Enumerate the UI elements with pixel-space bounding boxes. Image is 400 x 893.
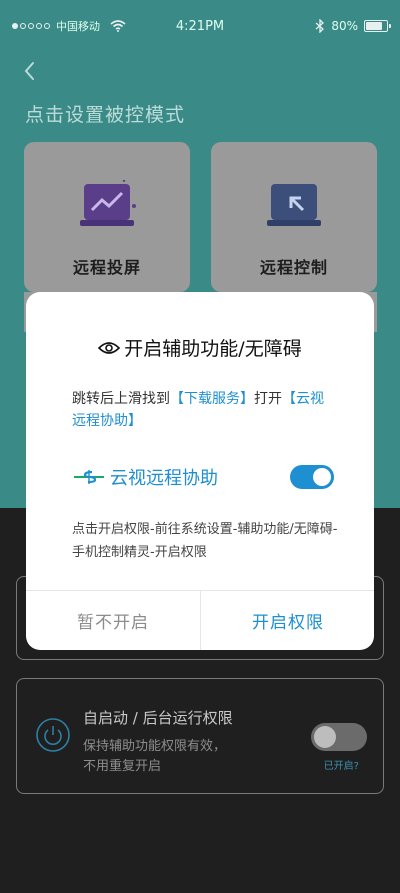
- accessibility-dialog: 开启辅助功能/无障碍 跳转后上滑找到【下载服务】打开【云视远程协助】 云视远程协…: [26, 292, 374, 650]
- toggle-hint-link[interactable]: 已开启?: [324, 757, 359, 772]
- back-arrow-icon[interactable]: [22, 60, 38, 82]
- permission-description: 保持辅助功能权限有效， 不用重复开启: [83, 737, 226, 777]
- instruction-text: 跳转后上滑找到: [72, 391, 170, 407]
- service-name: 云视远程协助: [110, 468, 218, 489]
- permission-desc-line: 保持辅助功能权限有效，: [83, 739, 227, 754]
- battery-fill: [366, 22, 382, 30]
- battery-icon: [364, 20, 391, 32]
- battery-percent: 80%: [331, 19, 358, 33]
- permission-item-autostart[interactable]: 自启动 / 后台运行权限 保持辅助功能权限有效， 不用重复开启 已开启?: [16, 678, 384, 794]
- dialog-instruction: 跳转后上滑找到【下载服务】打开【云视远程协助】: [72, 388, 334, 432]
- signal-dots-icon: [12, 23, 50, 29]
- status-right: 80%: [248, 19, 391, 33]
- signal-dot: [36, 23, 42, 29]
- power-icon: [36, 718, 70, 752]
- status-time: 4:21PM: [175, 18, 225, 34]
- status-bar: 中国移动 4:21PM 80%: [0, 0, 400, 52]
- service-toggle[interactable]: [290, 465, 334, 489]
- mode-card-label: 远程投屏: [72, 258, 141, 277]
- remote-control-icon: [267, 184, 321, 226]
- bluetooth-icon: [315, 19, 325, 33]
- screen-cast-icon: [80, 180, 136, 226]
- signal-dot: [20, 23, 26, 29]
- dialog-title: 开启辅助功能/无障碍: [124, 338, 302, 360]
- dialog-title-row: 开启辅助功能/无障碍: [26, 334, 374, 361]
- toggle-knob: [314, 726, 336, 748]
- mode-card-remote-control[interactable]: 远程控制: [211, 142, 377, 292]
- enable-permission-button[interactable]: 开启权限: [201, 591, 374, 650]
- service-logo-icon: [74, 470, 104, 484]
- service-row: 云视远程协助: [72, 462, 334, 492]
- mode-card-screen-cast[interactable]: 远程投屏: [24, 142, 190, 292]
- mode-card-label: 远程控制: [259, 258, 328, 277]
- carrier-name: 中国移动: [56, 20, 100, 33]
- cancel-button[interactable]: 暂不开启: [26, 591, 200, 650]
- autostart-toggle[interactable]: [311, 723, 367, 751]
- permission-title: 自启动 / 后台运行权限: [83, 709, 233, 727]
- instruction-highlight: 【下载服务】: [170, 391, 254, 407]
- signal-dot: [44, 23, 50, 29]
- signal-dot: [28, 23, 34, 29]
- permission-desc-line: 不用重复开启: [83, 759, 162, 774]
- wifi-icon: [110, 20, 126, 32]
- page-title: 点击设置被控模式: [25, 104, 186, 126]
- instruction-text: 打开: [254, 391, 282, 407]
- signal-dot: [12, 23, 18, 29]
- eye-icon: [98, 341, 121, 354]
- toggle-knob: [313, 468, 331, 486]
- dialog-steps: 点击开启权限-前往系统设置-辅助功能/无障碍-手机控制精灵-开启权限: [72, 522, 338, 560]
- status-left: 中国移动: [12, 18, 152, 34]
